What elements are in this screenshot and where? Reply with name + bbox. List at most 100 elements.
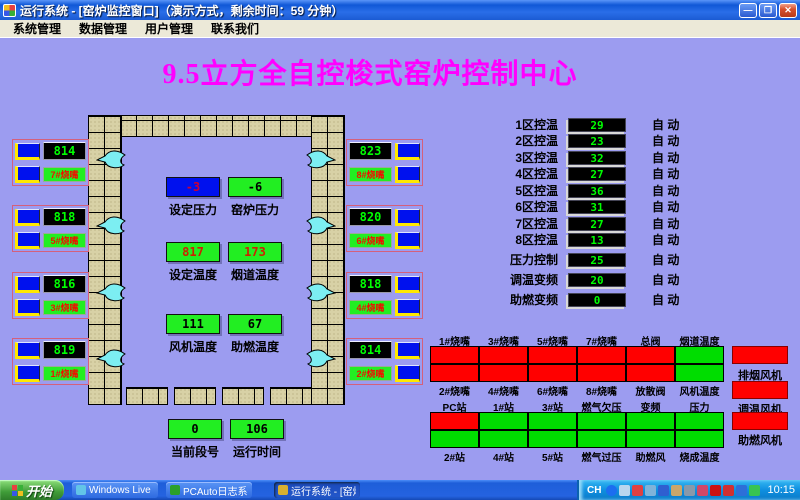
kiln-door-segment xyxy=(174,387,216,405)
language-indicator[interactable]: CH xyxy=(587,485,601,496)
taskbar-task[interactable]: PCAuto日志系统 xyxy=(166,482,252,498)
flame-icon xyxy=(306,347,336,369)
label-set_temp: 设定温度 xyxy=(158,266,228,283)
menu-item[interactable]: 数据管理 xyxy=(70,20,136,37)
status-indicator xyxy=(430,364,479,382)
zone-mode-toggle[interactable]: 自 动 xyxy=(652,198,679,215)
burner-button[interactable] xyxy=(395,342,420,359)
taskbar-task[interactable]: Windows Live Mes... xyxy=(72,482,158,498)
fan-indicator xyxy=(732,381,788,399)
burner-button[interactable] xyxy=(395,143,420,160)
burner-button[interactable] xyxy=(15,299,40,316)
burner-label: 6#烧嘴 xyxy=(349,233,392,248)
status-col-label: 4#站 xyxy=(479,449,528,464)
start-button[interactable]: 开始 xyxy=(0,480,64,500)
workgroup-icon[interactable] xyxy=(671,485,682,496)
burner-button[interactable] xyxy=(15,276,40,293)
burner-button[interactable] xyxy=(15,342,40,359)
shield-icon[interactable] xyxy=(723,485,734,496)
status-col-label: 6#烧嘴 xyxy=(528,383,577,398)
zone-mode-toggle[interactable]: 自 动 xyxy=(652,165,679,182)
start-label: 开始 xyxy=(26,481,52,500)
minimize-button[interactable]: — xyxy=(739,3,757,18)
burner-button[interactable] xyxy=(15,166,40,183)
burner-button[interactable] xyxy=(395,166,420,183)
zone-mode-toggle[interactable]: 自 动 xyxy=(652,149,679,166)
status-indicator xyxy=(577,430,626,448)
zone-mode-toggle[interactable]: 自 动 xyxy=(652,271,679,288)
zone-label: 5区控温 xyxy=(482,182,558,199)
task-app-icon xyxy=(76,485,86,495)
close-button[interactable]: ✕ xyxy=(779,3,797,18)
status-col-label: 风机温度 xyxy=(675,383,724,398)
status-col-label: 2#站 xyxy=(430,449,479,464)
zone-label: 7区控温 xyxy=(482,215,558,232)
burner-label: 1#烧嘴 xyxy=(43,366,86,381)
zone-mode-toggle[interactable]: 自 动 xyxy=(652,116,679,133)
zone-label: 2区控温 xyxy=(482,132,558,149)
zone-label: 6区控温 xyxy=(482,198,558,215)
status-indicator xyxy=(675,430,724,448)
burner-row: 820 xyxy=(349,208,420,226)
menu-item[interactable]: 用户管理 xyxy=(136,20,202,37)
pinwheel-icon[interactable] xyxy=(632,485,643,496)
burner-button[interactable] xyxy=(395,276,420,293)
label-set_pressure: 设定压力 xyxy=(158,201,228,218)
zone-row: 5区控温36自 动 xyxy=(482,183,679,198)
label-fan_temp: 风机温度 xyxy=(158,338,228,355)
network-icon[interactable] xyxy=(658,485,669,496)
task-label: PCAuto日志系统 xyxy=(183,483,248,498)
burner-button[interactable] xyxy=(395,365,420,382)
kaspersky-icon[interactable] xyxy=(710,485,721,496)
burner-label: 2#烧嘴 xyxy=(349,366,392,381)
zone-value-display: 27 xyxy=(568,167,626,181)
burner-row: 818 xyxy=(15,208,86,226)
zone-mode-toggle[interactable]: 自 动 xyxy=(652,215,679,232)
globe-icon[interactable] xyxy=(736,485,747,496)
burner-button[interactable] xyxy=(395,299,420,316)
taskbar: 开始 Windows Live Mes... PCAuto日志系统 运行系统 - [… xyxy=(0,480,800,500)
menu-item[interactable]: 系统管理 xyxy=(4,20,70,37)
burner-button[interactable] xyxy=(15,143,40,160)
task-label: 运行系统 - [窑炉... xyxy=(291,483,356,498)
zone-mode-toggle[interactable]: 自 动 xyxy=(652,132,679,149)
task-buttons: Windows Live Mes... PCAuto日志系统 运行系统 - [窑炉.… xyxy=(64,482,360,498)
burner-unit: 8163#烧嘴 xyxy=(12,272,89,319)
collapse-arrow-icon[interactable] xyxy=(606,485,617,496)
burner-button[interactable] xyxy=(395,209,420,226)
burner-unit: 8142#烧嘴 xyxy=(346,338,423,385)
paint-icon[interactable] xyxy=(697,485,708,496)
burner-unit: 820 6#烧嘴 xyxy=(346,205,423,252)
zone-label: 1区控温 xyxy=(482,116,558,133)
burner-button[interactable] xyxy=(395,232,420,249)
burner-temp-display: 818 xyxy=(43,208,86,226)
app-icon xyxy=(3,4,16,17)
zone-mode-toggle[interactable]: 自 动 xyxy=(652,251,679,268)
burner-button[interactable] xyxy=(15,365,40,382)
zone-mode-toggle[interactable]: 自 动 xyxy=(652,182,679,199)
status-indicator xyxy=(626,430,675,448)
burner-button[interactable] xyxy=(15,232,40,249)
menu-item[interactable]: 联系我们 xyxy=(202,20,268,37)
burner-temp-display: 816 xyxy=(43,275,86,293)
page-title: 9.5立方全自控梭式窑炉控制中心 xyxy=(120,52,620,92)
zone-mode-toggle[interactable]: 自 动 xyxy=(652,231,679,248)
burner-label: 7#烧嘴 xyxy=(43,167,86,182)
fan-indicator xyxy=(732,346,788,364)
display-set_temp[interactable]: 817 xyxy=(166,242,220,262)
diamond-icon[interactable] xyxy=(645,485,656,496)
display-run_time: 106 xyxy=(230,419,284,439)
zone-value-display: 31 xyxy=(568,200,626,214)
burner-button[interactable] xyxy=(15,209,40,226)
client-area: 9.5立方全自控梭式窑炉控制中心 1区控温29自 动2区控温23自 动3区控温3… xyxy=(0,38,800,480)
display-set_pressure[interactable]: -3 xyxy=(166,177,220,197)
restore-button[interactable]: ❐ xyxy=(759,3,777,18)
windows-flag-icon xyxy=(12,485,23,496)
display-icon[interactable] xyxy=(619,485,630,496)
zone-value-display: 0 xyxy=(568,293,626,307)
signal-icon[interactable] xyxy=(684,485,695,496)
qq-icon[interactable] xyxy=(749,485,760,496)
burner-row: 8#烧嘴 xyxy=(349,166,420,183)
zone-mode-toggle[interactable]: 自 动 xyxy=(652,291,679,308)
taskbar-task[interactable]: 运行系统 - [窑炉... xyxy=(274,482,360,498)
